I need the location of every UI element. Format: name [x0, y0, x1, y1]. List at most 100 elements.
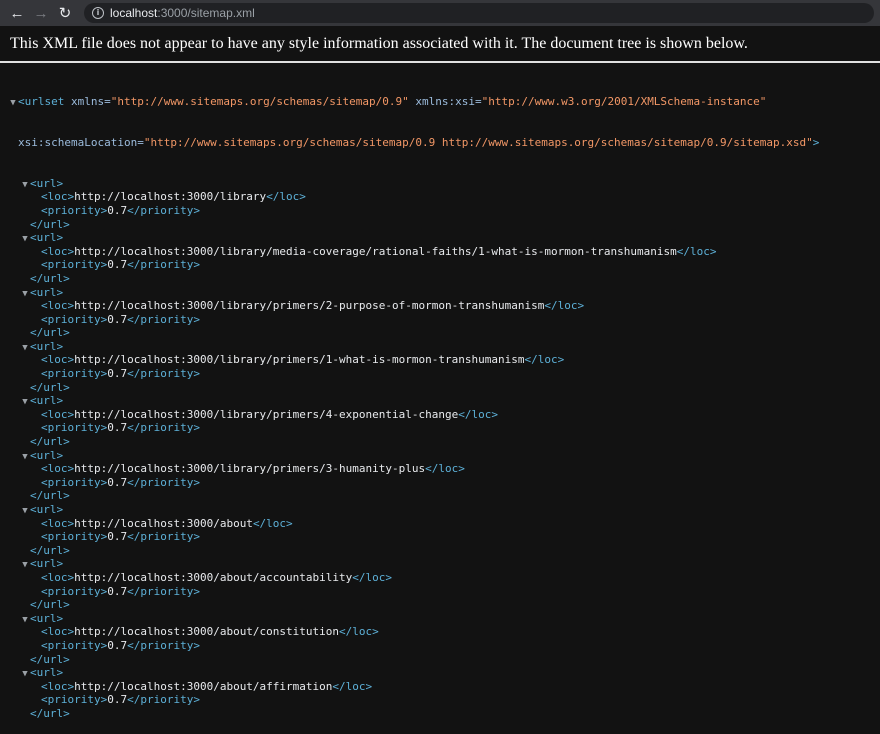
loc-close-tag: </loc> [332, 679, 373, 693]
loc-line: <loc>http://localhost:3000/about/affirma… [0, 680, 880, 694]
info-icon[interactable]: i [92, 7, 104, 19]
priority-value: 0.7 [107, 584, 128, 598]
priority-value: 0.7 [107, 530, 128, 544]
collapse-triangle-icon[interactable]: ▼ [8, 97, 18, 111]
collapse-triangle-icon[interactable]: ▼ [20, 505, 30, 519]
loc-close-tag: </loc> [458, 407, 498, 421]
loc-value: http://localhost:3000/about/affirmation [74, 679, 333, 693]
priority-open-tag: <priority> [41, 367, 108, 381]
loc-line: <loc>http://localhost:3000/about/constit… [0, 625, 880, 639]
priority-close-tag: </priority> [127, 203, 200, 217]
priority-line: <priority>0.7</priority> [0, 476, 880, 490]
url-open-line: ▼ <url> [0, 286, 880, 300]
collapse-triangle-icon[interactable]: ▼ [20, 451, 30, 465]
loc-close-tag: </loc> [676, 244, 717, 258]
priority-close-tag: </priority> [127, 258, 200, 272]
priority-line: <priority>0.7</priority> [0, 313, 880, 327]
loc-value: http://localhost:3000/about/constitution [74, 625, 340, 639]
loc-value: http://localhost:3000/library/media-cove… [74, 244, 677, 258]
url-open-tag: <url> [30, 285, 64, 299]
root-open-line-cont: xsi:schemaLocation="http://www.sitemaps.… [18, 135, 820, 149]
collapse-triangle-icon[interactable]: ▼ [20, 288, 30, 302]
url-open-tag: <url> [30, 503, 64, 516]
loc-line: <loc>http://localhost:3000/library/prime… [0, 408, 880, 422]
url-open-tag: <url> [30, 611, 64, 625]
loc-line: <loc>http://localhost:3000/about/account… [0, 571, 880, 585]
loc-open-tag: <loc> [41, 462, 75, 476]
priority-close-tag: </priority> [127, 584, 200, 598]
loc-open-tag: <loc> [41, 516, 75, 530]
priority-close-tag: </priority> [127, 693, 200, 707]
attr-value: "http://www.w3.org/2001/XMLSchema-instan… [481, 95, 767, 109]
priority-line: <priority>0.7</priority> [0, 367, 880, 381]
loc-line: <loc>http://localhost:3000/library/media… [0, 245, 880, 259]
url-close-tag: </url> [30, 489, 70, 503]
url-open-line: ▼ <url> [0, 503, 880, 517]
url-close-line: </url> [0, 272, 880, 286]
priority-open-tag: <priority> [41, 312, 108, 326]
loc-open-tag: <loc> [41, 299, 75, 313]
collapse-triangle-icon[interactable]: ▼ [20, 179, 30, 193]
url-close-tag: </url> [30, 271, 70, 285]
priority-open-tag: <priority> [41, 421, 108, 435]
loc-close-tag: </loc> [524, 353, 565, 367]
collapse-triangle-icon[interactable]: ▼ [20, 342, 30, 356]
priority-open-tag: <priority> [41, 258, 108, 272]
back-arrow-icon[interactable]: ← [6, 2, 28, 24]
address-bar[interactable]: i localhost:3000/sitemap.xml [84, 3, 874, 23]
loc-open-tag: <loc> [41, 679, 75, 693]
url-close-tag: </url> [30, 326, 70, 340]
priority-open-tag: <priority> [41, 584, 108, 598]
loc-open-tag: <loc> [41, 625, 75, 639]
attr-value: "http://www.sitemaps.org/schemas/sitemap… [143, 135, 813, 149]
xml-notice: This XML file does not appear to have an… [10, 35, 748, 52]
priority-close-tag: </priority> [127, 421, 200, 435]
loc-open-tag: <loc> [41, 407, 75, 421]
loc-value: http://localhost:3000/about/accountabili… [74, 570, 353, 584]
priority-line: <priority>0.7</priority> [0, 639, 880, 653]
url-close-tag: </url> [30, 652, 70, 666]
url-open-tag: <url> [30, 448, 64, 462]
url-close-tag: </url> [30, 380, 70, 394]
priority-line: <priority>0.7</priority> [0, 585, 880, 599]
attr-name: xmlns [71, 95, 105, 109]
url-open-line: ▼ <url> [0, 612, 880, 626]
collapse-triangle-icon[interactable]: ▼ [20, 396, 30, 410]
loc-value: http://localhost:3000/about [74, 516, 253, 530]
loc-line: <loc>http://localhost:3000/library/prime… [0, 353, 880, 367]
collapse-triangle-icon[interactable]: ▼ [20, 559, 30, 573]
root-open-line: ▼ <urlset xmlns="http://www.sitemaps.org/… [0, 95, 880, 109]
priority-line: <priority>0.7</priority> [0, 204, 880, 218]
loc-value: http://localhost:3000/library/primers/2-… [74, 299, 545, 313]
forward-arrow-icon[interactable]: → [30, 2, 52, 24]
collapse-triangle-icon[interactable]: ▼ [20, 614, 30, 628]
url-close-line: </url> [0, 489, 880, 503]
priority-close-tag: </priority> [127, 367, 200, 381]
url-close-line: </url> [0, 435, 880, 449]
url-close-tag: </url> [30, 598, 70, 612]
priority-value: 0.7 [107, 258, 128, 272]
collapse-triangle-icon[interactable]: ▼ [20, 668, 30, 682]
loc-line: <loc>http://localhost:3000/library</loc> [0, 190, 880, 204]
url-open-tag: <url> [30, 176, 64, 190]
url-open-tag: <url> [30, 231, 64, 245]
loc-value: http://localhost:3000/library/primers/3-… [74, 462, 426, 476]
priority-value: 0.7 [107, 367, 128, 381]
priority-value: 0.7 [107, 421, 128, 435]
loc-open-tag: <loc> [41, 570, 75, 584]
collapse-triangle-icon[interactable]: ▼ [20, 233, 30, 247]
url-open-line: ▼ <url> [0, 177, 880, 191]
url-close-tag: </url> [30, 217, 70, 231]
url-open-line: ▼ <url> [0, 394, 880, 408]
priority-open-tag: <priority> [41, 638, 108, 652]
priority-close-tag: </priority> [127, 530, 200, 544]
url-close-line: </url> [0, 381, 880, 395]
url-close-tag: </url> [30, 706, 70, 720]
priority-open-tag: <priority> [41, 203, 108, 217]
url-open-line: ▼ <url> [0, 340, 880, 354]
reload-icon[interactable]: ↻ [54, 2, 76, 24]
priority-close-tag: </priority> [127, 475, 200, 489]
priority-value: 0.7 [107, 203, 128, 217]
browser-toolbar: ← → ↻ i localhost:3000/sitemap.xml [0, 0, 880, 26]
url-list: ▼ <url> <loc>http://localhost:3000/library… [0, 177, 880, 721]
